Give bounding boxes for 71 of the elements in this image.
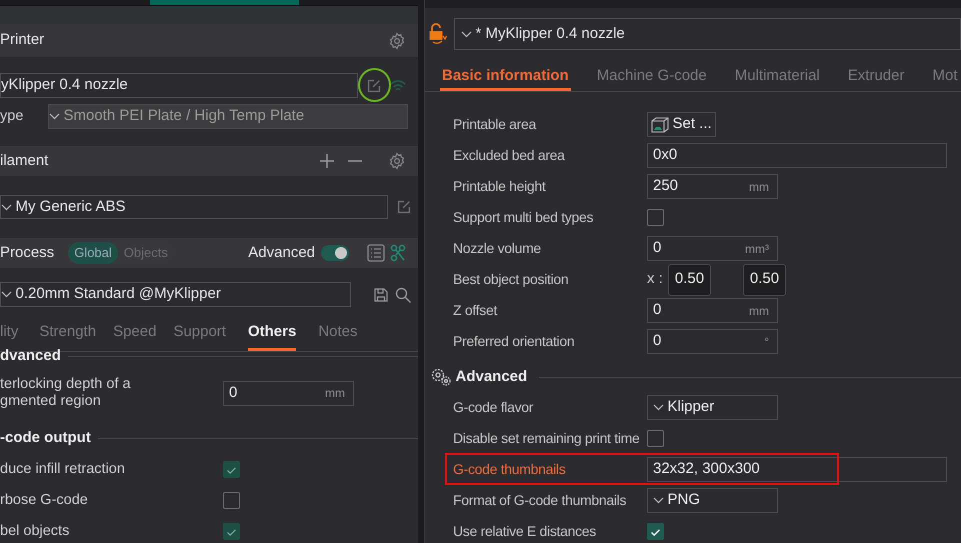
setting-label: bel objects xyxy=(0,522,70,540)
setting-label: Printable height xyxy=(452,178,547,195)
input-field[interactable]: 250 mm xyxy=(647,174,778,199)
unlock-icon[interactable] xyxy=(429,23,447,45)
gears-icon xyxy=(430,367,452,387)
list-icon[interactable] xyxy=(367,244,385,262)
wifi-icon[interactable] xyxy=(390,80,406,92)
tab[interactable]: Basic information xyxy=(440,65,571,91)
input-field[interactable]: 0 mm³ xyxy=(647,236,778,261)
input-field[interactable]: 0 ° xyxy=(647,329,778,354)
setting-label: Printable area xyxy=(452,116,538,133)
save-icon[interactable] xyxy=(374,288,388,302)
checkbox[interactable] xyxy=(647,430,664,447)
field-label: ype xyxy=(0,108,24,126)
checkbox[interactable] xyxy=(647,209,664,226)
search-icon[interactable] xyxy=(395,286,411,302)
checkbox[interactable] xyxy=(223,492,240,509)
checkbox[interactable] xyxy=(223,523,240,540)
dropdown[interactable]: PNG xyxy=(647,488,778,513)
setting-label: Best object position xyxy=(452,271,570,288)
input-field[interactable]: 32x32, 300x300 xyxy=(647,457,947,482)
dropdown[interactable]: Klipper xyxy=(647,395,778,420)
printer-dropdown[interactable]: yKlipper 0.4 nozzle xyxy=(0,73,358,98)
chevron-icon xyxy=(653,497,664,504)
setting-label: Excluded bed area xyxy=(452,147,566,164)
chevron-icon xyxy=(461,30,472,38)
set-button[interactable]: Set ... xyxy=(647,112,716,137)
input-field[interactable]: 0 mm xyxy=(223,380,354,406)
setting-label: terlocking depth of a gmented region xyxy=(0,376,132,410)
advanced-label: Advanced xyxy=(248,242,315,263)
setting-label: G-code flavor xyxy=(452,399,534,416)
setting-label: Format of G-code thumbnails xyxy=(452,492,628,509)
process-dropdown[interactable]: 0.20mm Standard @MyKlipper xyxy=(0,282,351,307)
chevron-icon xyxy=(49,113,60,120)
cube-icon xyxy=(651,116,669,132)
settings-icon[interactable] xyxy=(388,32,406,50)
toggle-switch[interactable] xyxy=(321,245,349,261)
input-field[interactable]: 0 mm xyxy=(647,298,778,323)
filament-dropdown[interactable]: My Generic ABS xyxy=(0,195,388,219)
group-title: -code output xyxy=(0,428,91,448)
section-title: Printer xyxy=(0,30,44,50)
setting-label: duce infill retraction xyxy=(0,460,126,478)
checkbox[interactable] xyxy=(647,523,664,540)
setting-label: Nozzle volume xyxy=(452,240,542,257)
settings-icon[interactable] xyxy=(388,152,406,170)
group-title: Advanced xyxy=(456,366,528,387)
checkbox[interactable] xyxy=(223,461,240,478)
setting-label: G-code thumbnails xyxy=(452,461,566,478)
plus-icon[interactable] xyxy=(320,154,334,168)
setting-label: Support multi bed types xyxy=(452,209,594,226)
edit-icon[interactable] xyxy=(395,198,413,216)
group-title: dvanced xyxy=(0,346,61,366)
tab[interactable]: Others xyxy=(248,321,296,351)
section-title: Process xyxy=(0,242,54,263)
number-field[interactable]: 0.50 xyxy=(743,264,786,296)
chevron-icon xyxy=(1,204,12,210)
bed-type-dropdown[interactable]: Smooth PEI Plate / High Temp Plate xyxy=(48,104,408,129)
chevron-icon xyxy=(1,291,12,298)
number-field[interactable]: 0.50 xyxy=(668,264,711,296)
preset-dropdown[interactable]: * MyKlipper 0.4 nozzle xyxy=(454,18,961,50)
setting-label: Use relative E distances xyxy=(452,523,597,540)
axis-label: x : xyxy=(647,269,664,290)
setting-label: Disable set remaining print time xyxy=(452,430,640,447)
setting-label: Z offset xyxy=(452,302,498,319)
setting-label: rbose G-code xyxy=(0,492,89,510)
section-title: ilament xyxy=(0,150,48,171)
chevron-icon xyxy=(653,404,664,411)
setting-label: Preferred orientation xyxy=(452,333,576,350)
input-field[interactable]: 0x0 xyxy=(647,143,947,168)
scope-tab[interactable]: Global xyxy=(68,242,118,264)
minus-icon[interactable] xyxy=(348,160,362,162)
